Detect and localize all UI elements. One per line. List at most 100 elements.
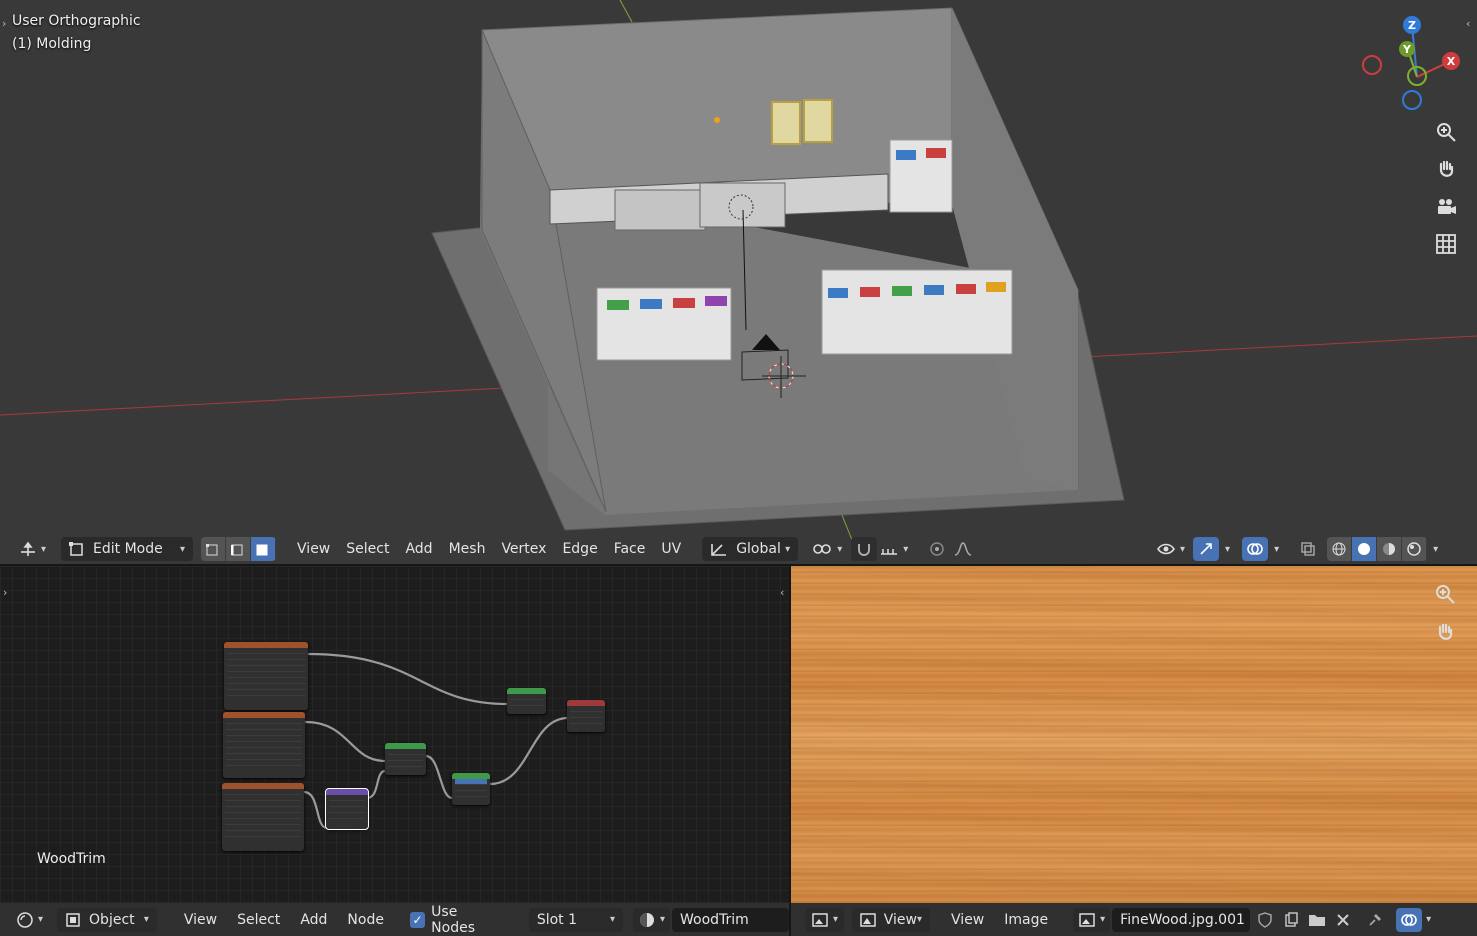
use-nodes-label: Use Nodes <box>431 903 475 936</box>
emission-node[interactable] <box>507 688 546 714</box>
scene-render[interactable] <box>0 0 1477 564</box>
image-menu-image[interactable]: Image <box>997 908 1055 932</box>
edge-select-icon[interactable] <box>226 537 252 561</box>
gizmo-dropdown-icon[interactable]: ▾ <box>1225 544 1230 555</box>
gizmo-toggle-icon[interactable] <box>1193 537 1220 561</box>
shelf-right <box>821 269 1013 355</box>
shading-mode-group <box>1327 537 1428 561</box>
snap-toggle-icon[interactable] <box>851 537 878 561</box>
falloff-curve-icon[interactable] <box>950 537 976 561</box>
image-menu-view[interactable]: View <box>944 908 991 932</box>
grid-ortho-icon[interactable] <box>1431 229 1461 259</box>
menu-edge[interactable]: Edge <box>555 537 604 561</box>
image-browse-button[interactable]: ▾ <box>1073 907 1111 932</box>
vertex-select-icon[interactable] <box>201 537 227 561</box>
menu-view[interactable]: View <box>290 537 337 561</box>
overlay-toggle-icon[interactable] <box>1242 537 1269 561</box>
image-mode-dropdown[interactable]: View ▾ <box>852 907 931 932</box>
menu-select[interactable]: Select <box>339 537 396 561</box>
gizmo-neg-z-icon <box>1402 90 1422 110</box>
gizmo-y-label: Y <box>1402 43 1412 56</box>
new-image-icon[interactable] <box>1278 908 1304 932</box>
node-menu-node[interactable]: Node <box>340 908 391 932</box>
proportional-edit-icon[interactable] <box>924 537 950 561</box>
gizmo-x-label: X <box>1447 55 1456 68</box>
pan-hand-icon[interactable] <box>1431 154 1461 184</box>
face-select-icon[interactable] <box>251 537 277 561</box>
orientation-icon <box>711 544 727 556</box>
shader-type-label: Object <box>89 911 135 928</box>
fake-user-shield-icon[interactable] <box>1252 908 1278 932</box>
menu-add[interactable]: Add <box>398 537 439 561</box>
image-texture-node-3[interactable] <box>222 783 304 851</box>
mode-dropdown[interactable]: Edit Mode ▾ <box>61 537 194 561</box>
image-editor-type-icon <box>812 912 828 927</box>
node-menu-add[interactable]: Add <box>293 908 334 932</box>
image-mode-label: View <box>883 911 917 928</box>
menu-vertex[interactable]: Vertex <box>494 537 553 561</box>
camera-view-icon[interactable] <box>1431 192 1461 222</box>
material-shading-icon[interactable] <box>1377 537 1403 561</box>
node-editor-type-icon <box>17 911 33 928</box>
3d-viewport[interactable]: User Orthographic (1) Molding › ‹ Z Y X … <box>0 0 1477 564</box>
node-editor-header: ▾ Object ▾ View Select Add Node ✓ Use No… <box>0 903 789 936</box>
image-editor-type-button[interactable]: ▾ <box>805 907 845 932</box>
gizmo-z-label: Z <box>1408 19 1416 32</box>
image-name-field[interactable]: FineWood.jpg.001 <box>1112 907 1251 932</box>
shader-type-dropdown[interactable]: Object ▾ <box>57 907 157 932</box>
navigation-gizmo[interactable]: Z Y X <box>1356 12 1466 112</box>
mix-shader-node[interactable] <box>452 773 490 805</box>
material-browse-button[interactable]: ▾ <box>632 907 670 932</box>
bsdf-node[interactable] <box>385 743 426 775</box>
material-name-label: WoodTrim <box>37 851 106 867</box>
image-zoom-icon[interactable] <box>1430 579 1460 609</box>
editor-type-button[interactable]: ▾ <box>12 537 53 561</box>
unlink-close-icon[interactable] <box>1330 908 1356 932</box>
gizmo-neg-x-icon <box>1362 55 1382 75</box>
transform-orientation-dropdown[interactable]: Global ▾ <box>702 537 799 561</box>
viewport-header-right: ▾ ▾ ▾ ▾ <box>1152 534 1444 564</box>
snap-target-button[interactable]: ▾ <box>877 537 910 561</box>
mode-label: Edit Mode <box>93 541 163 557</box>
image-editor[interactable] <box>791 566 1477 903</box>
rendered-shading-icon[interactable] <box>1402 537 1428 561</box>
use-nodes-toggle[interactable]: ✓ Use Nodes <box>403 904 509 936</box>
wireframe-shading-icon[interactable] <box>1327 537 1353 561</box>
pin-icon[interactable] <box>1362 908 1388 932</box>
pivot-icon <box>813 544 831 554</box>
material-name-field[interactable]: WoodTrim <box>672 907 789 932</box>
node-editor-type-button[interactable]: ▾ <box>12 908 47 932</box>
normal-map-node[interactable] <box>325 788 369 830</box>
poster-1 <box>771 101 801 145</box>
image-overlay-dropdown-icon[interactable]: ▾ <box>1426 914 1431 925</box>
xray-toggle-icon[interactable] <box>1295 537 1321 561</box>
visibility-button[interactable]: ▾ <box>1152 537 1189 561</box>
menu-uv[interactable]: UV <box>654 537 688 561</box>
image-texture-node-2[interactable] <box>223 712 305 778</box>
material-output-node[interactable] <box>567 700 605 732</box>
view-label: User Orthographic <box>12 13 141 29</box>
material-sphere-icon <box>639 912 654 927</box>
open-folder-icon[interactable] <box>1304 908 1330 932</box>
pivot-point-button[interactable]: ▾ <box>804 537 849 561</box>
image-pan-hand-icon[interactable] <box>1430 617 1460 647</box>
node-menu-view[interactable]: View <box>177 908 224 932</box>
sidebar-expand-icon[interactable]: ‹ <box>1466 17 1470 30</box>
wood-texture-image[interactable] <box>791 566 1477 903</box>
solid-shading-icon[interactable] <box>1352 537 1378 561</box>
menu-face[interactable]: Face <box>607 537 653 561</box>
menu-mesh[interactable]: Mesh <box>442 537 493 561</box>
zoom-icon[interactable] <box>1431 117 1461 147</box>
editor-type-icon <box>21 541 35 556</box>
object-label: (1) Molding <box>12 36 92 52</box>
node-menu-select[interactable]: Select <box>230 908 287 932</box>
slot-dropdown[interactable]: Slot 1 ▾ <box>528 907 623 932</box>
y-axis-line-top <box>619 0 633 23</box>
overlay-dropdown-icon[interactable]: ▾ <box>1274 544 1279 555</box>
image-texture-node-1[interactable] <box>224 642 308 710</box>
toolbar-expand-icon[interactable]: › <box>2 17 6 30</box>
shading-dropdown-icon[interactable]: ▾ <box>1433 544 1438 555</box>
image-view-icon <box>860 912 876 927</box>
node-editor[interactable]: › ‹ WoodTrim <box>0 566 789 903</box>
image-overlay-toggle-icon[interactable] <box>1396 907 1423 932</box>
